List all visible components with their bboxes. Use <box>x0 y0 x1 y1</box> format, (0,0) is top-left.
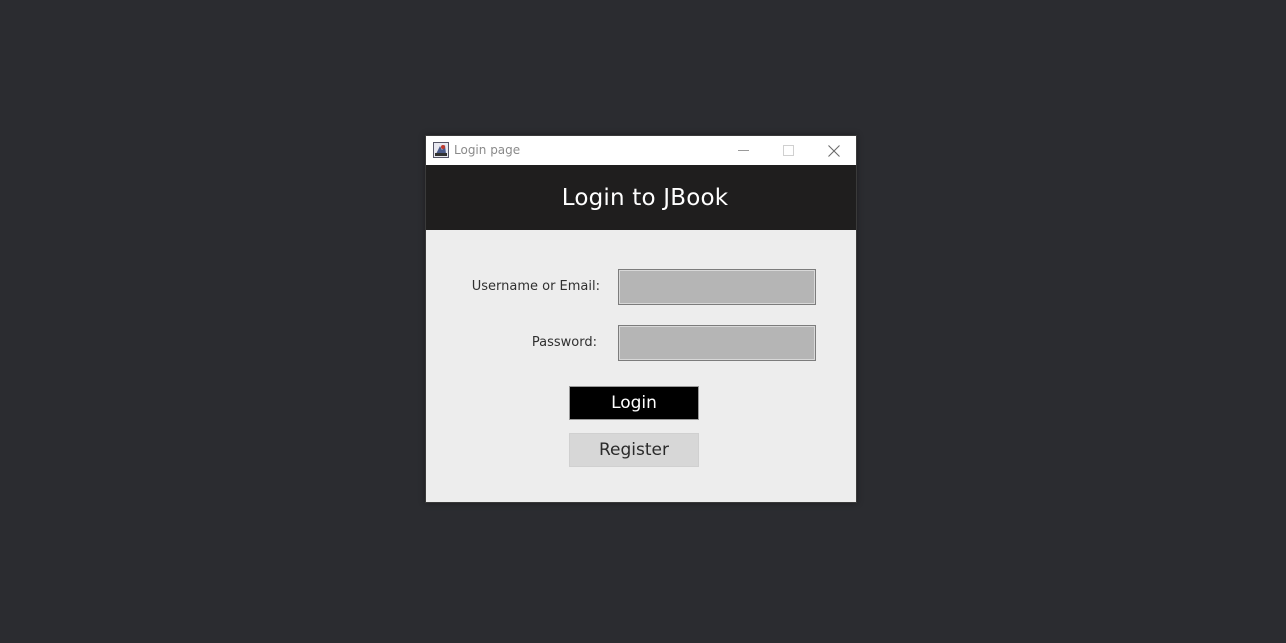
close-icon <box>828 144 840 157</box>
desktop: Login page Login to JBook Username or Em… <box>0 0 1286 643</box>
minimize-button[interactable] <box>721 136 765 165</box>
window-title: Login page <box>454 143 521 157</box>
register-button[interactable]: Register <box>569 433 699 467</box>
page-title: Login to JBook <box>561 184 729 211</box>
maximize-button[interactable] <box>766 136 810 165</box>
minimize-icon <box>737 150 749 151</box>
header-banner: Login to JBook <box>426 165 856 230</box>
login-button[interactable]: Login <box>569 386 699 420</box>
close-button[interactable] <box>812 136 856 165</box>
login-window: Login page Login to JBook Username or Em… <box>425 135 857 503</box>
password-label: Password: <box>531 335 597 350</box>
username-input[interactable] <box>618 269 816 305</box>
maximize-icon <box>782 145 794 156</box>
java-app-icon <box>433 142 449 158</box>
title-bar[interactable]: Login page <box>426 136 856 165</box>
password-input[interactable] <box>618 325 816 361</box>
username-label: Username or Email: <box>471 279 600 294</box>
